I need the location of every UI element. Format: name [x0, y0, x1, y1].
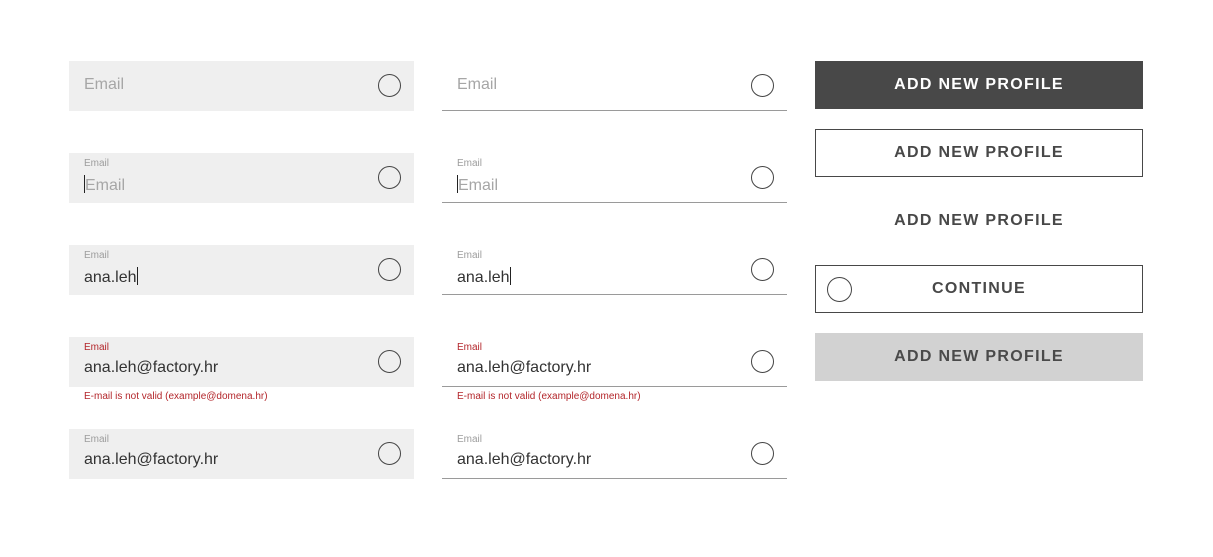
email-placeholder: Email [84, 76, 125, 93]
email-field-outline-typing[interactable]: Email ana.leh [442, 245, 787, 295]
email-field-filled-empty[interactable]: Email [69, 61, 414, 111]
email-value: ana.leh [84, 267, 138, 287]
email-field-outline-empty[interactable]: Email [442, 61, 787, 111]
loading-circle-icon [827, 277, 852, 302]
email-value: ana.leh [457, 267, 511, 287]
email-field-outline-complete[interactable]: Email ana.leh@factory.hr [442, 429, 787, 479]
status-circle-icon [378, 350, 401, 373]
email-field-outline-focused[interactable]: Email Email [442, 153, 787, 203]
email-value: ana.leh@factory.hr [457, 359, 592, 376]
text-caret [509, 267, 511, 285]
email-label: Email [84, 158, 110, 169]
add-new-profile-outlined-button[interactable]: ADD NEW PROFILE [815, 129, 1143, 177]
add-new-profile-disabled-button[interactable]: ADD NEW PROFILE [815, 333, 1143, 381]
email-label: Email [457, 158, 483, 169]
email-label: Email [84, 250, 110, 261]
email-placeholder: Email [457, 76, 498, 93]
status-circle-icon [751, 258, 774, 281]
text-caret [136, 267, 138, 285]
email-field-filled-complete[interactable]: Email ana.leh@factory.hr [69, 429, 414, 479]
email-placeholder: Email [84, 175, 125, 195]
email-label: Email [457, 434, 483, 445]
status-circle-icon [751, 166, 774, 189]
status-circle-icon [378, 442, 401, 465]
value-text: ana.leh [84, 269, 137, 286]
status-circle-icon [378, 74, 401, 97]
status-circle-icon [751, 74, 774, 97]
email-field-filled-focused[interactable]: Email Email [69, 153, 414, 203]
placeholder-text: Email [458, 177, 499, 194]
email-label: Email [457, 342, 483, 353]
status-circle-icon [378, 258, 401, 281]
status-circle-icon [751, 350, 774, 373]
add-new-profile-primary-button[interactable]: ADD NEW PROFILE [815, 61, 1143, 109]
email-label: Email [84, 434, 110, 445]
email-label: Email [84, 342, 110, 353]
error-message: E-mail is not valid (example@domena.hr) [84, 391, 268, 402]
email-placeholder: Email [457, 175, 498, 195]
email-label: Email [457, 250, 483, 261]
continue-button[interactable]: CONTINUE [815, 265, 1143, 313]
continue-label: CONTINUE [932, 280, 1026, 297]
email-field-outline-error[interactable]: Email ana.leh@factory.hr E-mail is not v… [442, 337, 787, 402]
add-new-profile-text-button[interactable]: ADD NEW PROFILE [815, 197, 1143, 245]
value-text: ana.leh [457, 269, 510, 286]
status-circle-icon [378, 166, 401, 189]
email-value: ana.leh@factory.hr [84, 359, 219, 376]
status-circle-icon [751, 442, 774, 465]
placeholder-text: Email [85, 177, 126, 194]
email-value: ana.leh@factory.hr [457, 451, 592, 468]
error-message: E-mail is not valid (example@domena.hr) [457, 391, 641, 402]
email-field-filled-error[interactable]: Email ana.leh@factory.hr E-mail is not v… [69, 337, 414, 402]
email-value: ana.leh@factory.hr [84, 451, 219, 468]
email-field-filled-typing[interactable]: Email ana.leh [69, 245, 414, 295]
